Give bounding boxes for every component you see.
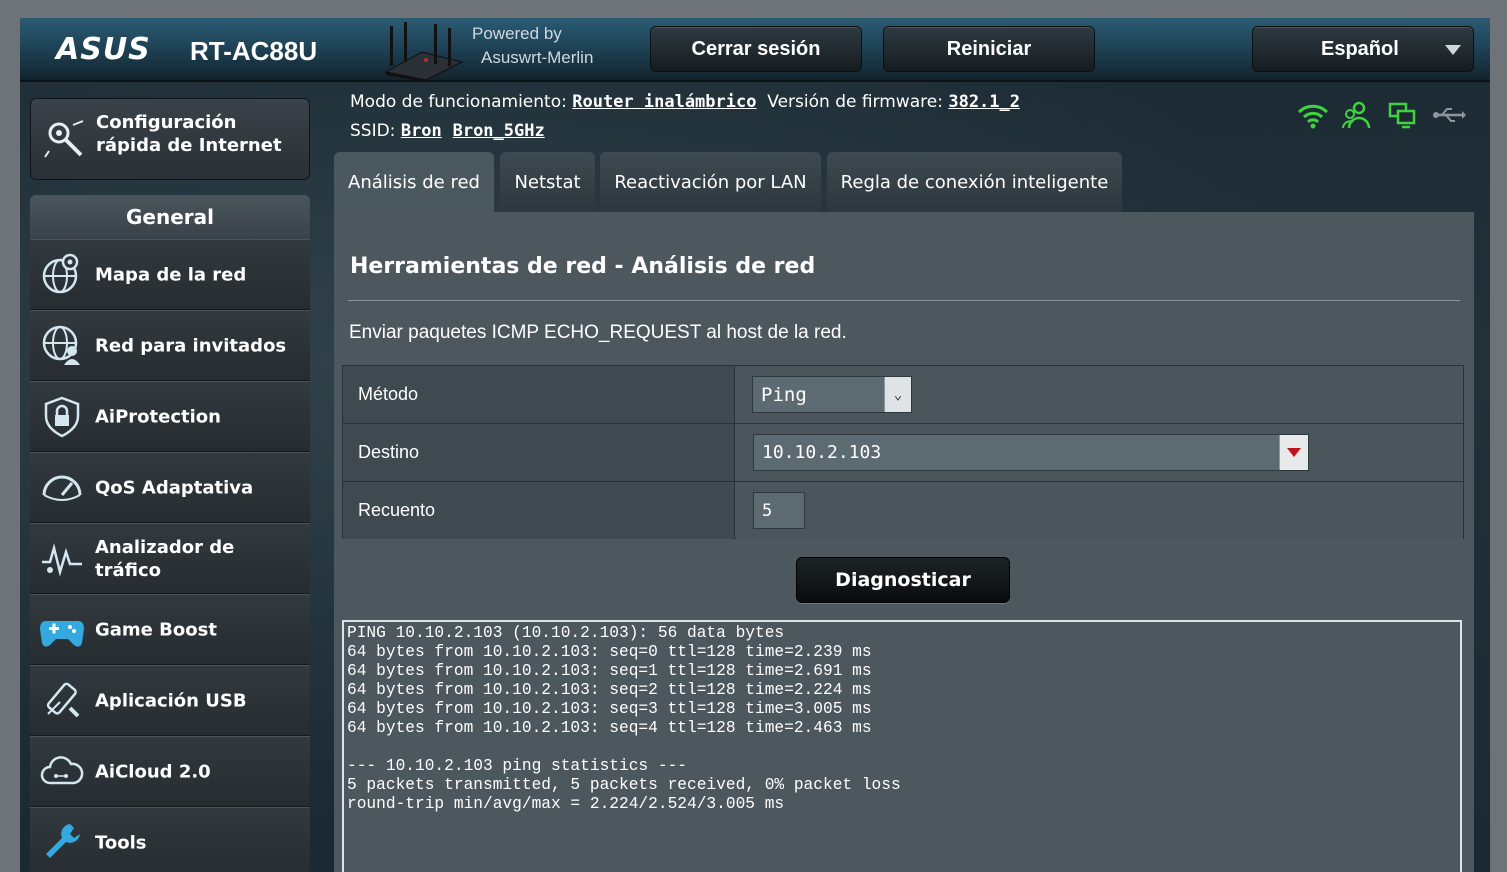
shield-lock-icon [44,396,80,438]
network-icon[interactable] [1386,100,1420,130]
count-input[interactable]: 5 [753,492,805,529]
guest-network-icon [42,325,80,365]
sidebar-item-aiprotection[interactable]: AiProtection [30,381,310,452]
status-icons [1296,100,1476,130]
diagnose-button[interactable]: Diagnosticar [796,557,1010,603]
mode-label: Modo de funcionamiento: [350,92,567,112]
wrench-icon [46,824,80,858]
target-label: Destino [343,424,735,481]
sidebar-item-traffic-analyzer[interactable]: Analizador de tráfico [30,523,310,594]
count-cell: 5 [736,482,1463,539]
red-triangle-icon [1287,447,1301,457]
dropdown-arrow-icon[interactable] [1279,435,1308,470]
target-input[interactable]: 10.10.2.103 [753,434,1309,471]
firmware-link[interactable]: 382.1_2 [948,92,1020,112]
users-icon[interactable] [1341,100,1375,130]
chevron-down-icon [1445,45,1461,55]
network-map-icon [42,253,79,294]
sidebar-item-usb-application[interactable]: Aplicación USB [30,665,310,736]
ssid-link-1[interactable]: Bron [401,121,442,141]
sidebar-item-network-map[interactable]: Mapa de la red [30,239,310,310]
quick-setup-label: Configuración rápida de Internet [96,111,282,157]
powered-by-line1: Powered by [472,24,562,43]
info-line-ssid: SSID: Bron Bron_5GHz [350,117,1020,146]
info-line-mode: Modo de funcionamiento: Router inalámbri… [350,88,1020,117]
method-select[interactable]: Ping ⌄ [752,376,912,413]
sidebar-item-label: Analizador de tráfico [95,536,235,581]
traffic-analyzer-icon [42,543,82,577]
sidebar-item-game-boost[interactable]: Game Boost [30,594,310,665]
ping-output-textarea[interactable]: PING 10.10.2.103 (10.10.2.103): 56 data … [342,620,1462,872]
count-value: 5 [762,500,773,521]
quick-internet-setup-button[interactable]: Configuración rápida de Internet [30,98,310,180]
logout-button[interactable]: Cerrar sesión [650,26,862,72]
sidebar-item-label: Tools [95,832,147,853]
method-label: Método [343,366,735,423]
sidebar-item-label: AiProtection [95,406,221,427]
sidebar-item-aicloud[interactable]: AiCloud 2.0 [30,736,310,807]
firmware-label: Versión de firmware: [767,92,943,112]
mode-link[interactable]: Router inalámbrico [572,92,756,112]
page-title: Herramientas de red - Análisis de red [350,254,816,279]
method-cell: Ping ⌄ [736,366,1463,423]
tab-network-analysis[interactable]: Análisis de red [334,152,494,212]
sidebar-item-label: Aplicación USB [95,690,247,711]
quick-setup-line1: Configuración [96,112,237,133]
tab-smart-connect-rule[interactable]: Regla de conexión inteligente [827,152,1122,212]
sidebar-item-label: Red para invitados [95,335,287,356]
sidebar-item-label: AiCloud 2.0 [95,761,211,782]
tab-netstat[interactable]: Netstat [500,152,595,212]
powered-by-line2: Asuswrt-Merlin [481,48,594,67]
powered-by: Powered by Asuswrt-Merlin [472,22,593,70]
sidebar-item-label: Mapa de la red [95,264,247,285]
sidebar-item-adaptive-qos[interactable]: QoS Adaptativa [30,452,310,523]
sidebar-item-label: QoS Adaptativa [95,477,254,498]
chevron-down-icon: ⌄ [884,377,911,412]
ssid-label: SSID: [350,121,396,141]
speedometer-icon [42,475,82,501]
target-cell: 10.10.2.103 [736,424,1463,481]
general-section-header: General [30,195,310,239]
router-model: RT-AC88U [190,36,318,66]
router-info: Modo de funcionamiento: Router inalámbri… [350,88,1020,146]
gamepad-icon [40,621,84,647]
language-select[interactable]: Español [1252,26,1474,72]
form-row-target: Destino 10.10.2.103 [343,424,1463,482]
sidebar-item-label: Game Boost [95,619,217,640]
top-banner: ASUS RT-AC88U Powered by Asuswrt-Merlin … [20,18,1490,82]
diagnostic-form: Método Ping ⌄ Destino 10.10.2.103 Recuen… [342,365,1464,539]
cloud-icon [40,756,84,785]
usb-icon[interactable] [1432,100,1466,130]
wifi-icon[interactable] [1296,100,1330,130]
sidebar-item-tools[interactable]: Tools [30,807,310,872]
target-value: 10.10.2.103 [762,442,882,463]
language-label: Español [1321,37,1399,60]
quick-setup-line2: rápida de Internet [96,135,282,156]
asus-logo: ASUS [56,32,151,67]
router-image-icon [384,22,464,82]
sidebar-menu: Mapa de la red Red para invitados AiProt… [30,239,310,872]
router-admin-frame: ASUS RT-AC88U Powered by Asuswrt-Merlin … [20,18,1490,872]
form-row-count: Recuento 5 [343,482,1463,540]
title-divider [348,300,1460,301]
setup-wand-icon [44,120,84,158]
count-label: Recuento [343,482,735,539]
usb-app-icon [46,682,80,718]
main-panel: Herramientas de red - Análisis de red En… [334,212,1474,872]
sidebar-item-guest-network[interactable]: Red para invitados [30,310,310,381]
ssid-link-2[interactable]: Bron_5GHz [453,121,545,141]
reboot-button[interactable]: Reiniciar [883,26,1095,72]
page-description: Enviar paquetes ICMP ECHO_REQUEST al hos… [349,322,847,343]
method-value: Ping [761,383,807,406]
form-row-method: Método Ping ⌄ [343,366,1463,424]
tab-wake-on-lan[interactable]: Reactivación por LAN [600,152,821,212]
